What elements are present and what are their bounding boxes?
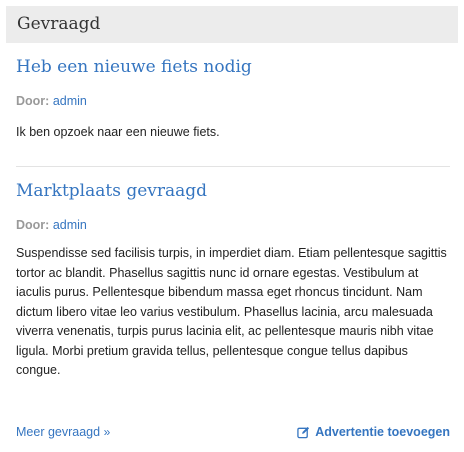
post-meta-label: Door:	[16, 94, 50, 108]
post-item: Heb een nieuwe fiets nodig Door: admin I…	[16, 57, 450, 143]
add-advertentie-label: Advertentie toevoegen	[315, 425, 450, 439]
post-divider	[16, 166, 450, 167]
post-meta: Door: admin	[16, 217, 450, 233]
post-excerpt: Ik ben opzoek naar een nieuwe fiets.	[16, 125, 220, 139]
post-title-link[interactable]: Marktplaats gevraagd	[16, 181, 450, 201]
double-chevron-right-icon: »	[103, 425, 111, 439]
add-advertentie-link[interactable]: Advertentie toevoegen	[297, 424, 450, 440]
post-excerpt: Suspendisse sed facilisis turpis, in imp…	[16, 246, 447, 377]
post-meta-label: Door:	[16, 218, 50, 232]
widget-title: Gevraagd	[17, 14, 101, 34]
widget-header: Gevraagd	[6, 6, 458, 43]
post-author-link[interactable]: admin	[53, 218, 87, 232]
gevraagd-widget: Gevraagd Heb een nieuwe fiets nodig Door…	[0, 0, 464, 452]
post-item: Marktplaats gevraagd Door: admin Suspend…	[16, 181, 450, 381]
edit-icon	[297, 426, 310, 438]
post-title-link[interactable]: Heb een nieuwe fiets nodig	[16, 57, 450, 77]
more-gevraagd-link[interactable]: Meer gevraagd »	[16, 424, 110, 440]
post-author-link[interactable]: admin	[53, 94, 87, 108]
more-gevraagd-label: Meer gevraagd	[16, 425, 101, 439]
post-meta: Door: admin	[16, 93, 450, 109]
